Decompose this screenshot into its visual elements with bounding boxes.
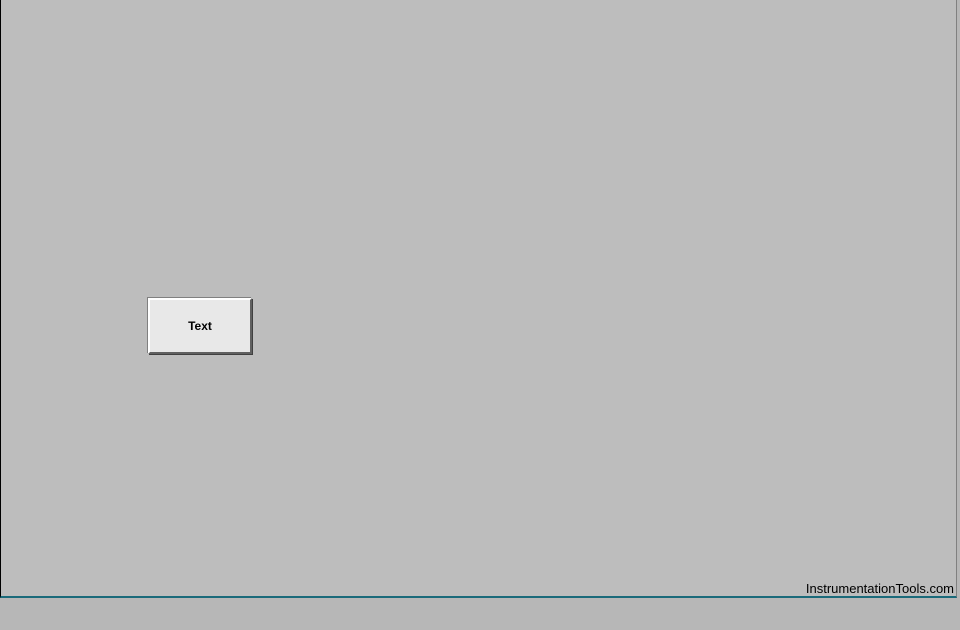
design-canvas: Text [0,0,957,598]
watermark-text: InstrumentationTools.com [806,581,954,596]
text-button[interactable]: Text [148,298,252,354]
